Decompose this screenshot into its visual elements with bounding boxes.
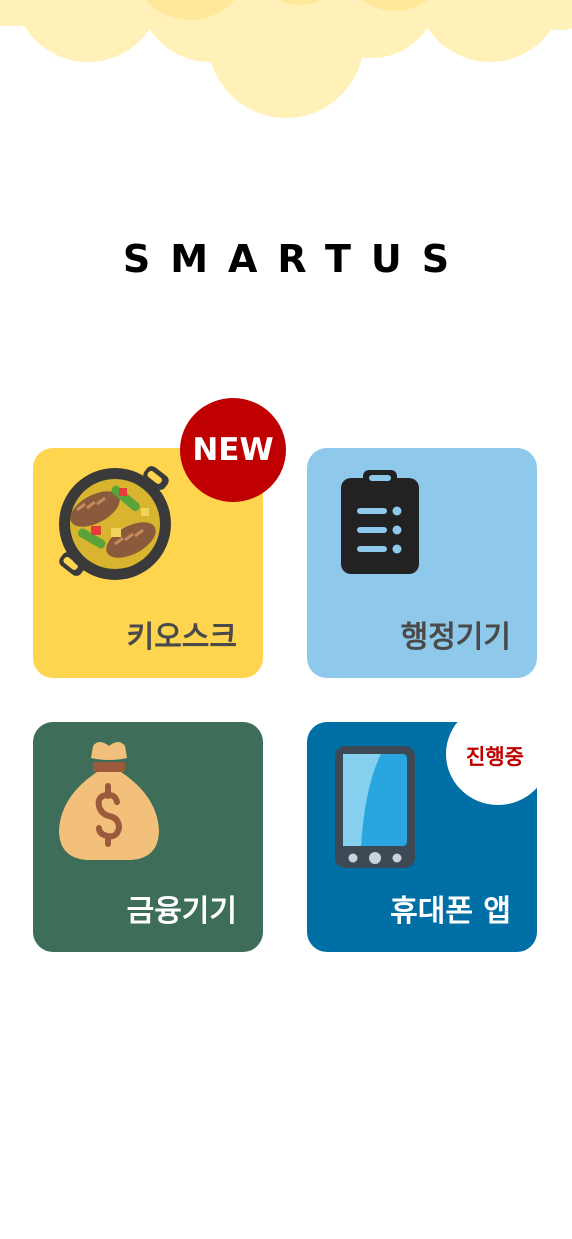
money-bag-icon: [59, 742, 159, 860]
new-badge-text: NEW: [192, 432, 274, 468]
tile-label-admin: 행정기기: [400, 620, 511, 655]
app-title: SMARTUS: [122, 237, 470, 281]
tile-finance-devices[interactable]: 금융기기: [33, 722, 263, 952]
tile-label-finance: 금융기기: [126, 894, 237, 929]
in-progress-badge: 진행중: [446, 703, 550, 805]
tile-label-mobile: 휴대폰 앱: [390, 894, 511, 929]
tile-label-kiosk: 키오스크: [126, 620, 237, 655]
in-progress-badge-text: 진행중: [466, 745, 524, 769]
new-badge: NEW: [180, 398, 286, 502]
cooking-pan-icon: [59, 466, 171, 580]
mobile-phone-icon: [335, 746, 415, 868]
cloud-decoration: [0, 0, 572, 118]
tile-admin-devices[interactable]: 행정기기: [307, 448, 537, 678]
clipboard-icon: [341, 470, 419, 574]
